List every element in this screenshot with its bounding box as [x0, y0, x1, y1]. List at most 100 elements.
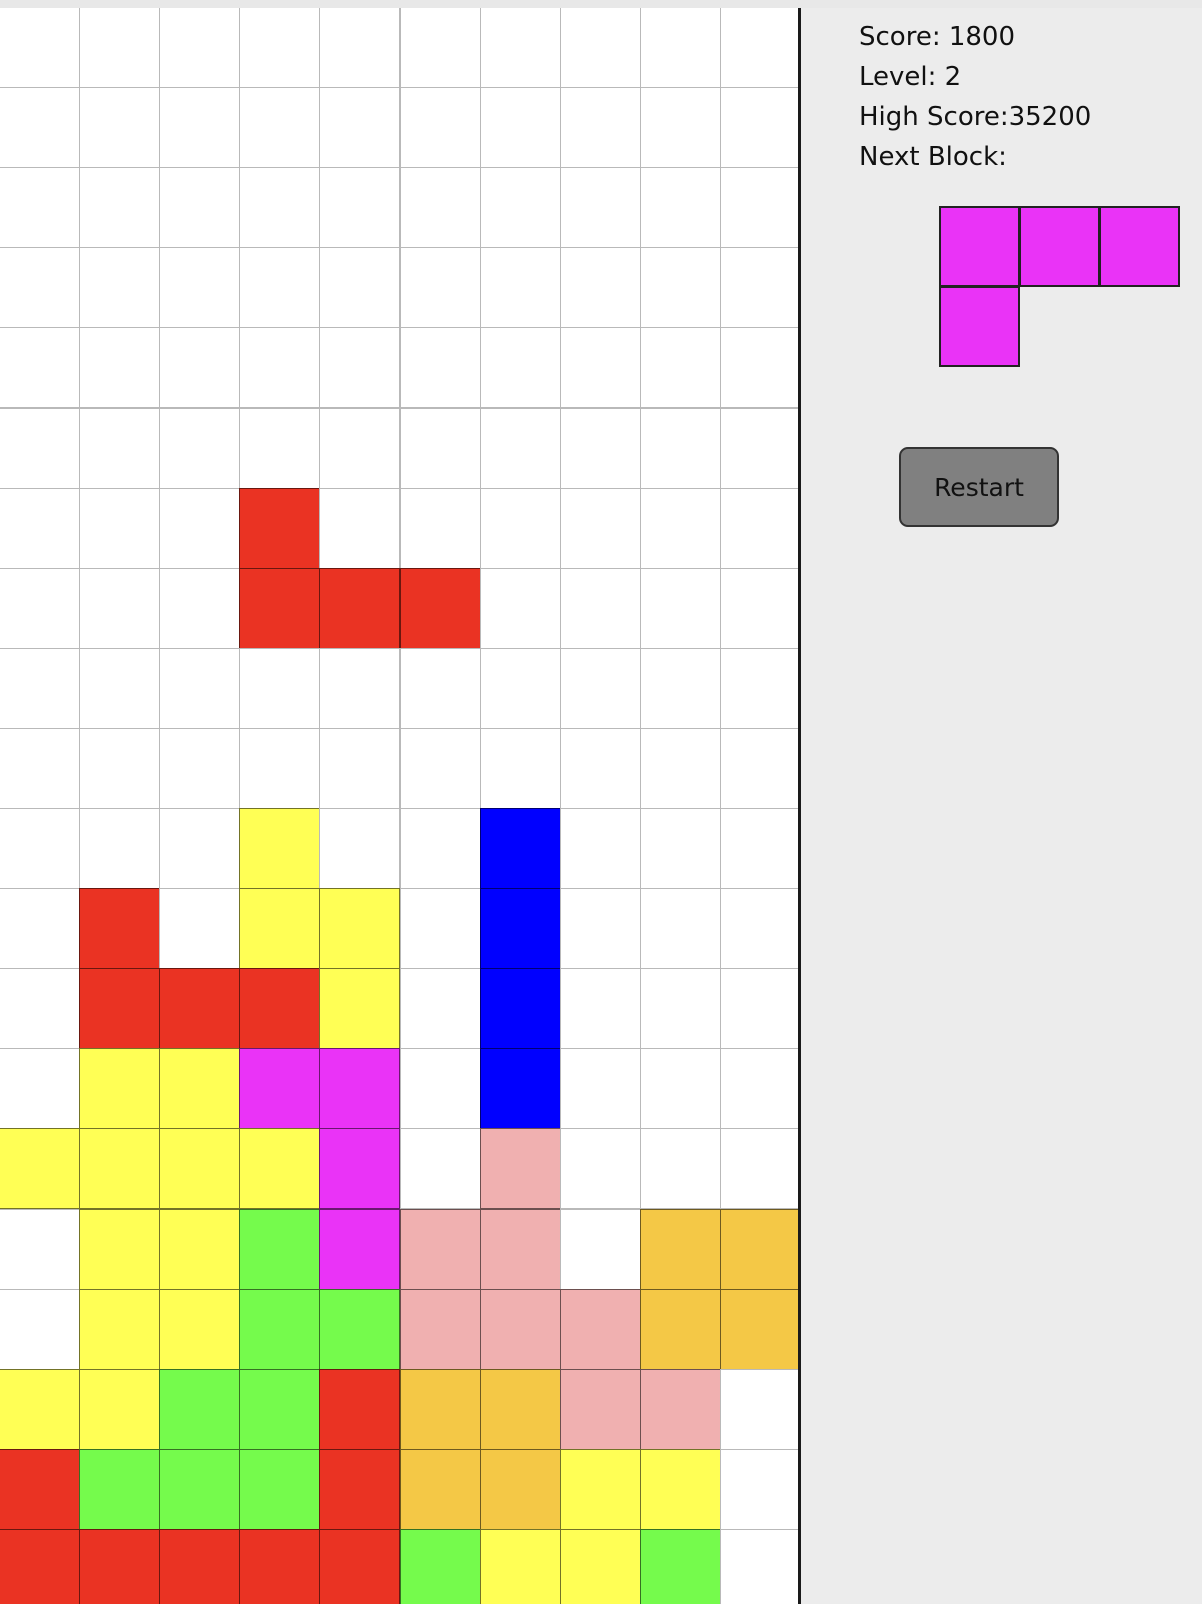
filled-block-cell: [480, 888, 561, 969]
empty-cell: [560, 8, 641, 88]
empty-cell: [560, 648, 641, 729]
filled-block-cell: [0, 1128, 80, 1209]
empty-cell: [720, 728, 800, 809]
game-board[interactable]: [0, 8, 800, 1604]
empty-cell: [159, 87, 240, 168]
empty-cell: [720, 1048, 800, 1129]
filled-block-cell: [159, 1529, 240, 1604]
empty-cell: [319, 247, 400, 328]
empty-cell: [79, 648, 160, 729]
next-block-cell: [939, 206, 1020, 287]
filled-block-cell: [560, 1529, 641, 1604]
filled-block-cell: [319, 968, 400, 1049]
filled-block-cell: [159, 1128, 240, 1209]
empty-cell: [560, 1048, 641, 1129]
filled-block-cell: [239, 808, 320, 889]
filled-block-cell: [640, 1449, 721, 1530]
empty-cell: [319, 87, 400, 168]
active-piece-cell: [319, 568, 400, 649]
empty-cell: [0, 408, 80, 489]
empty-cell: [560, 808, 641, 889]
filled-block-cell: [720, 1209, 800, 1290]
filled-block-cell: [640, 1289, 721, 1370]
empty-cell: [560, 888, 641, 969]
filled-block-cell: [319, 1369, 400, 1450]
empty-cell: [640, 888, 721, 969]
empty-cell: [319, 167, 400, 248]
filled-block-cell: [560, 1369, 641, 1450]
empty-cell: [0, 167, 80, 248]
tetris-window: Score: 1800 Level: 2 High Score:35200 Ne…: [0, 0, 1202, 1604]
filled-block-cell: [0, 1529, 80, 1604]
filled-block-cell: [319, 1289, 400, 1370]
empty-cell: [319, 648, 400, 729]
active-piece-cell: [239, 488, 320, 569]
empty-cell: [640, 968, 721, 1049]
empty-cell: [79, 728, 160, 809]
empty-cell: [480, 87, 561, 168]
empty-cell: [480, 408, 561, 489]
filled-block-cell: [159, 968, 240, 1049]
empty-cell: [720, 247, 800, 328]
empty-cell: [400, 167, 481, 248]
filled-block-cell: [480, 1289, 561, 1370]
next-block-cell: [1019, 206, 1100, 287]
high-score-label: High Score:35200: [859, 102, 1092, 132]
filled-block-cell: [79, 1369, 160, 1450]
empty-cell: [480, 8, 561, 88]
empty-cell: [720, 1449, 800, 1530]
filled-block-cell: [0, 1449, 80, 1530]
filled-block-cell: [239, 1209, 320, 1290]
filled-block-cell: [480, 1128, 561, 1209]
empty-cell: [0, 808, 80, 889]
empty-cell: [720, 808, 800, 889]
empty-cell: [0, 968, 80, 1049]
empty-cell: [159, 167, 240, 248]
empty-cell: [159, 327, 240, 408]
empty-cell: [480, 247, 561, 328]
filled-block-cell: [239, 1449, 320, 1530]
active-piece-cell: [400, 568, 481, 649]
empty-cell: [640, 167, 721, 248]
filled-block-cell: [319, 1209, 400, 1290]
empty-cell: [560, 167, 641, 248]
empty-cell: [480, 648, 561, 729]
level-label: Level: 2: [859, 62, 962, 92]
empty-cell: [720, 1369, 800, 1450]
empty-cell: [400, 968, 481, 1049]
filled-block-cell: [159, 1209, 240, 1290]
filled-block-cell: [400, 1369, 481, 1450]
filled-block-cell: [640, 1369, 721, 1450]
empty-cell: [79, 808, 160, 889]
filled-block-cell: [239, 1369, 320, 1450]
side-panel: Score: 1800 Level: 2 High Score:35200 Ne…: [801, 8, 1202, 1604]
filled-block-cell: [239, 1048, 320, 1129]
empty-cell: [720, 1529, 800, 1604]
empty-cell: [720, 968, 800, 1049]
filled-block-cell: [79, 1209, 160, 1290]
filled-block-cell: [159, 1369, 240, 1450]
empty-cell: [159, 408, 240, 489]
window-top-strip: [0, 0, 1202, 8]
empty-cell: [0, 1048, 80, 1129]
empty-cell: [0, 1289, 80, 1370]
filled-block-cell: [480, 1209, 561, 1290]
filled-block-cell: [79, 1529, 160, 1604]
filled-block-cell: [319, 1449, 400, 1530]
empty-cell: [239, 327, 320, 408]
empty-cell: [319, 8, 400, 88]
filled-block-cell: [720, 1289, 800, 1370]
empty-cell: [400, 488, 481, 569]
empty-cell: [79, 408, 160, 489]
empty-cell: [720, 8, 800, 88]
filled-block-cell: [480, 808, 561, 889]
empty-cell: [159, 808, 240, 889]
filled-block-cell: [79, 1048, 160, 1129]
filled-block-cell: [79, 1289, 160, 1370]
filled-block-cell: [480, 1048, 561, 1129]
restart-button[interactable]: Restart: [899, 447, 1059, 527]
filled-block-cell: [239, 888, 320, 969]
empty-cell: [640, 1048, 721, 1129]
empty-cell: [400, 1048, 481, 1129]
empty-cell: [0, 8, 80, 88]
